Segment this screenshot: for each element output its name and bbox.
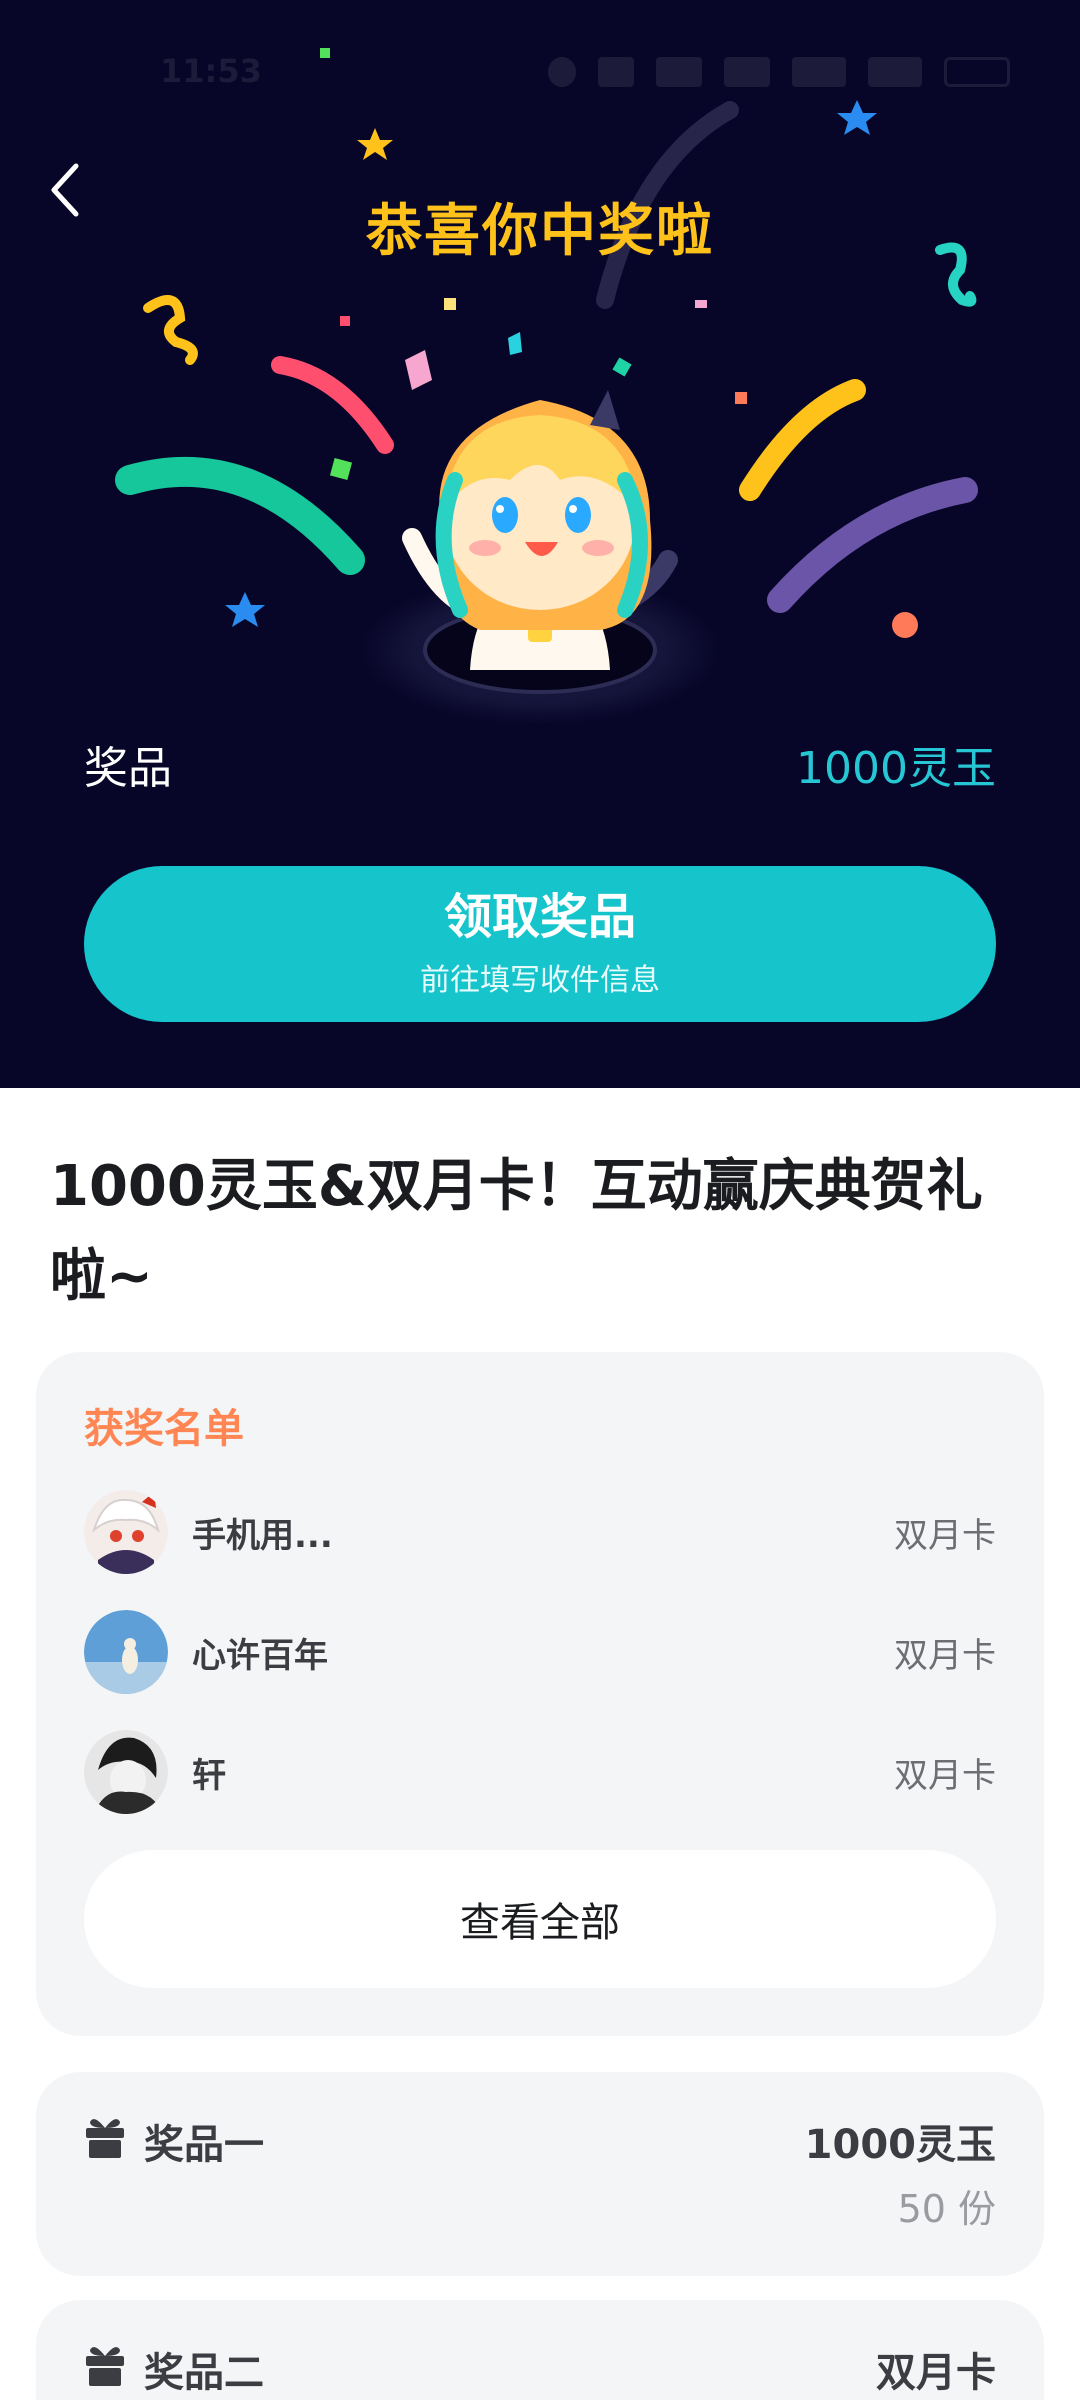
winner-prize: 双月卡 <box>894 1755 996 1796</box>
winner-name: 心许百年 <box>192 1635 328 1676</box>
prize-count: 50 份 <box>897 2187 996 2231</box>
prize-card-2: 奖品二 双月卡 <box>36 2300 1044 2400</box>
gift-icon <box>86 2347 124 2386</box>
winners-heading: 获奖名单 <box>84 1406 244 1452</box>
prize-value: 双月卡 <box>876 2350 996 2396</box>
hd-icon <box>724 57 770 87</box>
avatar <box>84 1730 168 1814</box>
vibrate-icon <box>598 57 634 87</box>
notification-icon <box>548 57 576 87</box>
prize-value: 1000灵玉 <box>804 2122 996 2168</box>
winner-name: 轩 <box>192 1755 226 1796</box>
prize-result-page: 11:53 恭喜你中奖啦 奖品 1000灵玉 领取奖品 前往填写收件信息 100… <box>0 0 1080 2400</box>
event-title: 1000灵玉&双月卡！互动赢庆典贺礼啦~ <box>50 1154 983 1309</box>
prize-name: 奖品二 <box>144 2350 264 2396</box>
winner-row: 手机用... 双月卡 <box>84 1490 996 1574</box>
prize-card-1: 奖品一 1000灵玉 50 份 <box>36 2072 1044 2276</box>
winners-card: 获奖名单 手机用... 双月卡 心许百年 双月卡 轩 双月卡 查看全部 <box>36 1352 1044 2036</box>
winner-row: 轩 双月卡 <box>84 1730 996 1814</box>
winner-prize: 双月卡 <box>894 1515 996 1556</box>
avatar <box>84 1610 168 1694</box>
winner-row: 心许百年 双月卡 <box>84 1610 996 1694</box>
claim-prize-sublabel: 前往填写收件信息 <box>420 962 660 998</box>
status-time: 11:53 <box>160 52 262 90</box>
claim-prize-label: 领取奖品 <box>443 889 636 946</box>
view-all-button[interactable]: 查看全部 <box>84 1850 996 1988</box>
status-bar: 11:53 <box>0 0 1080 140</box>
signal-icon <box>792 57 846 87</box>
gift-icon <box>86 2119 124 2158</box>
congrats-title: 恭喜你中奖啦 <box>366 199 714 264</box>
prize-info-row: 奖品 1000灵玉 <box>84 732 996 794</box>
prize-value: 1000灵玉 <box>796 743 996 794</box>
claim-prize-button[interactable]: 领取奖品 前往填写收件信息 <box>84 866 996 1022</box>
signal-2-icon <box>868 57 922 87</box>
winner-name: 手机用... <box>192 1515 333 1556</box>
network-speed-icon <box>656 57 702 87</box>
prize-name: 奖品一 <box>144 2122 264 2168</box>
winner-prize: 双月卡 <box>894 1635 996 1676</box>
hero-banner: 11:53 恭喜你中奖啦 奖品 1000灵玉 领取奖品 前往填写收件信息 <box>0 0 1080 1088</box>
status-icons <box>548 52 1010 92</box>
battery-icon <box>944 57 1010 87</box>
mascot-illustration <box>360 390 720 725</box>
prize-label: 奖品 <box>84 743 172 794</box>
avatar <box>84 1490 168 1574</box>
